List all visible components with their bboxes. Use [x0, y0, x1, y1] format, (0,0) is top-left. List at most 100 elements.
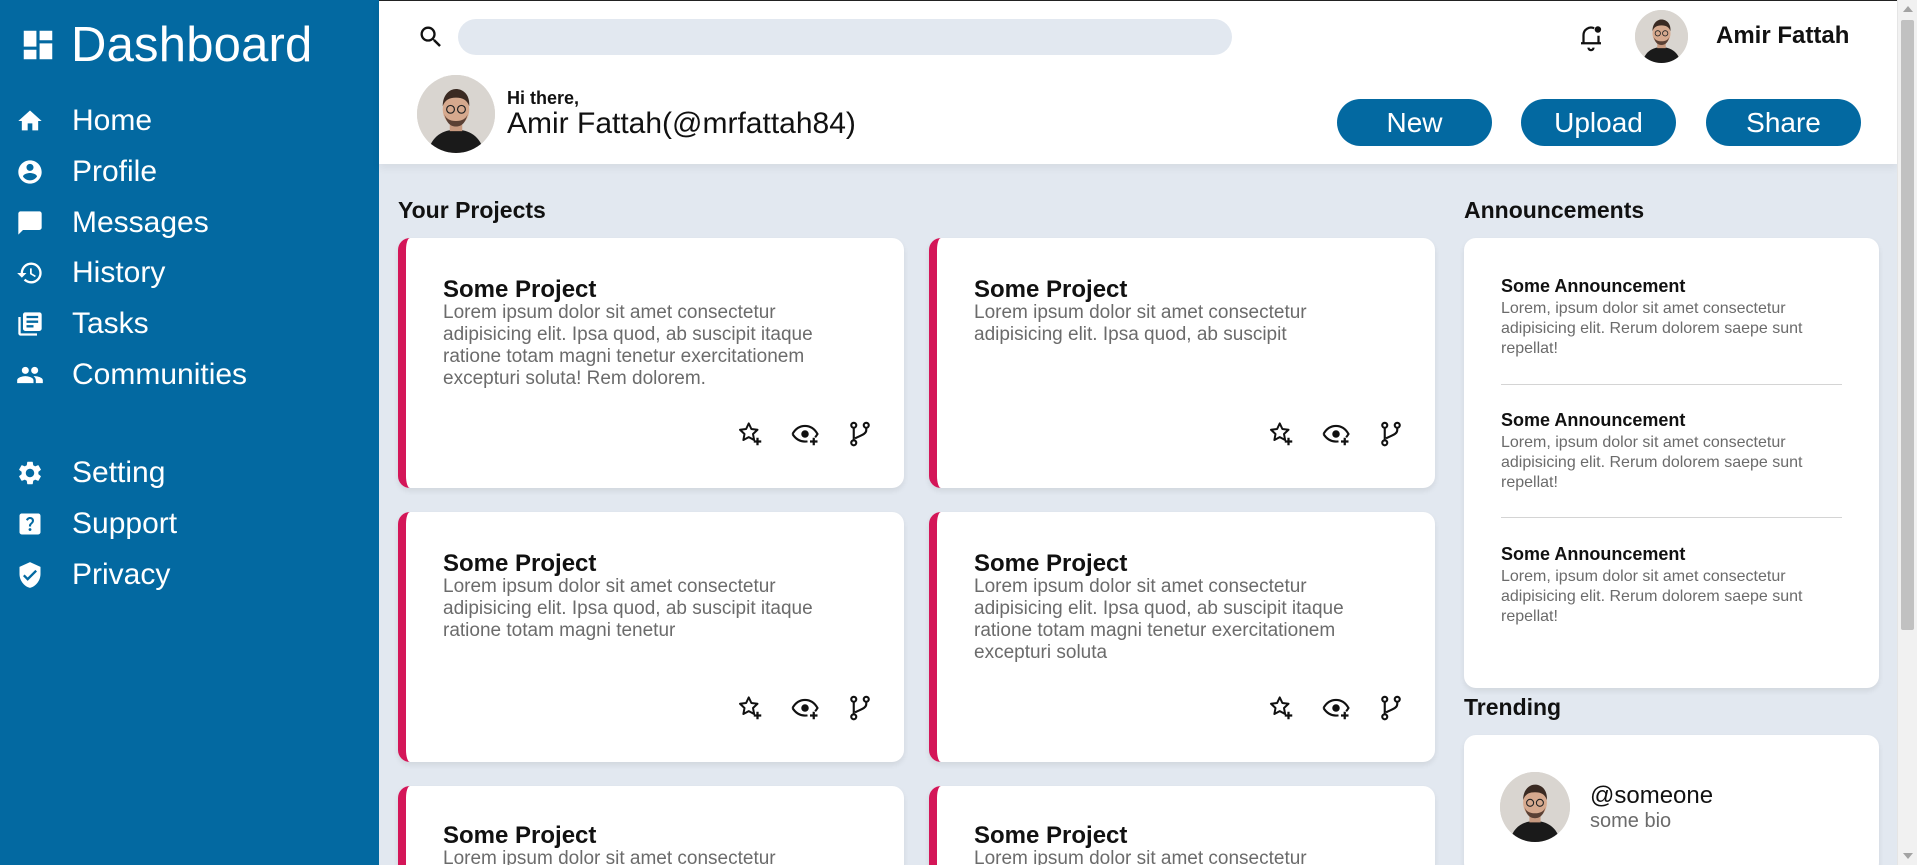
avatar-image — [417, 75, 495, 153]
announcement-description: Lorem, ipsum dolor sit amet consectetur … — [1501, 300, 1803, 357]
sidebar-item-label: Communities — [72, 358, 248, 391]
dashboard-icon — [23, 30, 53, 60]
sidebar-item-label: Setting — [72, 456, 166, 489]
avatar-image — [1635, 10, 1688, 63]
announcement-description: Lorem, ipsum dolor sit amet consectetur … — [1501, 434, 1803, 491]
announcement-title: Some Announcement — [1501, 410, 1686, 430]
sidebar-item-home[interactable]: Home — [15, 104, 152, 138]
share-button[interactable]: Share — [1706, 99, 1861, 146]
help-icon — [15, 509, 45, 539]
account-circle-icon — [15, 157, 45, 187]
project-title: Some Project — [443, 276, 597, 303]
gear-icon — [15, 458, 45, 488]
sidebar-item-privacy[interactable]: Privacy — [15, 558, 170, 592]
project-card[interactable]: Some Project Lorem ipsum dolor sit amet … — [398, 238, 904, 488]
announcements-title: Announcements — [1464, 197, 1645, 223]
fork-icon[interactable] — [845, 419, 875, 449]
groups-icon — [15, 360, 45, 390]
bell-icon[interactable] — [1576, 22, 1606, 52]
fork-icon[interactable] — [845, 693, 875, 723]
sidebar-item-profile[interactable]: Profile — [15, 155, 157, 189]
sidebar-item-history[interactable]: History — [15, 256, 165, 290]
upload-button[interactable]: Upload — [1521, 99, 1676, 146]
profile-avatar — [417, 75, 495, 153]
sidebar-item-label: Profile — [72, 155, 158, 188]
history-icon — [15, 258, 45, 288]
announcements-panel: Some Announcement Lorem, ipsum dolor sit… — [1464, 238, 1879, 688]
avatar-image — [1500, 772, 1570, 842]
project-title: Some Project — [443, 822, 597, 849]
project-card[interactable]: Some Project Lorem ipsum dolor sit amet … — [398, 786, 904, 865]
star-add-icon[interactable] — [1266, 419, 1296, 449]
watch-add-icon[interactable] — [1321, 419, 1351, 449]
divider — [1501, 517, 1842, 518]
sidebar-item-support[interactable]: Support — [15, 507, 177, 541]
watch-add-icon[interactable] — [790, 693, 820, 723]
project-description: Lorem ipsum dolor sit amet consectetur a… — [443, 576, 813, 641]
fork-icon[interactable] — [1376, 419, 1406, 449]
project-actions — [937, 419, 1435, 449]
header-user-name[interactable]: Amir Fattah — [1716, 22, 1849, 50]
sidebar: Dashboard Home Profile Messages History … — [0, 0, 379, 865]
star-add-icon[interactable] — [1266, 693, 1296, 723]
project-actions — [406, 693, 904, 723]
announcement-item[interactable]: Some Announcement Lorem, ipsum dolor sit… — [1501, 276, 1841, 359]
project-description: Lorem ipsum dolor sit amet consectetur a… — [974, 576, 1344, 663]
home-icon — [15, 106, 45, 136]
greeting: Hi there, — [507, 88, 580, 108]
brand-title: Dashboard — [71, 18, 313, 72]
scrollbar-thumb[interactable] — [1901, 20, 1914, 630]
watch-add-icon[interactable] — [790, 419, 820, 449]
trending-title: Trending — [1464, 694, 1562, 720]
project-description: Lorem ipsum dolor sit amet consectetur a… — [974, 302, 1307, 345]
trending-bio: some bio — [1590, 810, 1672, 832]
project-description: Lorem ipsum dolor sit amet consectetur — [443, 848, 776, 865]
trending-avatar[interactable] — [1500, 772, 1570, 842]
project-card[interactable]: Some Project Lorem ipsum dolor sit amet … — [929, 512, 1435, 762]
sidebar-item-messages[interactable]: Messages — [15, 206, 209, 240]
avatar[interactable] — [1635, 10, 1688, 63]
sidebar-item-label: Tasks — [72, 307, 149, 340]
sidebar-item-communities[interactable]: Communities — [15, 358, 247, 392]
tasks-icon — [15, 309, 45, 339]
project-actions — [406, 419, 904, 449]
project-description: Lorem ipsum dolor sit amet consectetur — [974, 848, 1307, 865]
project-title: Some Project — [974, 276, 1128, 303]
sidebar-item-label: Home — [72, 104, 153, 137]
project-actions — [937, 693, 1435, 723]
sidebar-item-label: History — [72, 256, 166, 289]
scroll-up-arrow[interactable] — [1903, 6, 1913, 12]
divider — [1501, 384, 1842, 385]
sidebar-item-label: Privacy — [72, 558, 171, 591]
watch-add-icon[interactable] — [1321, 693, 1351, 723]
search-icon[interactable] — [417, 23, 445, 51]
project-title: Some Project — [443, 550, 597, 577]
project-title: Some Project — [974, 550, 1128, 577]
brand[interactable]: Dashboard — [19, 17, 313, 73]
scroll-down-arrow[interactable] — [1903, 853, 1913, 859]
search-input[interactable] — [458, 19, 1232, 55]
sidebar-item-label: Messages — [72, 206, 209, 239]
new-button[interactable]: New — [1337, 99, 1492, 146]
announcement-title: Some Announcement — [1501, 276, 1686, 296]
shield-check-icon — [15, 560, 45, 590]
project-description: Lorem ipsum dolor sit amet consectetur a… — [443, 302, 813, 389]
star-add-icon[interactable] — [735, 419, 765, 449]
scrollbar[interactable] — [1897, 0, 1917, 865]
fork-icon[interactable] — [1376, 693, 1406, 723]
user-handle: Amir Fattah(@mrfattah84) — [507, 107, 856, 140]
sidebar-item-setting[interactable]: Setting — [15, 456, 165, 490]
project-card[interactable]: Some Project Lorem ipsum dolor sit amet … — [398, 512, 904, 762]
project-card[interactable]: Some Project Lorem ipsum dolor sit amet … — [929, 238, 1435, 488]
projects-title: Your Projects — [398, 197, 546, 223]
star-add-icon[interactable] — [735, 693, 765, 723]
trending-handle[interactable]: @someone — [1590, 782, 1713, 810]
announcement-title: Some Announcement — [1501, 544, 1686, 564]
sidebar-item-label: Support — [72, 507, 178, 540]
project-card[interactable]: Some Project Lorem ipsum dolor sit amet … — [929, 786, 1435, 865]
message-icon — [15, 208, 45, 238]
announcement-description: Lorem, ipsum dolor sit amet consectetur … — [1501, 568, 1803, 625]
announcement-item[interactable]: Some Announcement Lorem, ipsum dolor sit… — [1501, 544, 1841, 627]
announcement-item[interactable]: Some Announcement Lorem, ipsum dolor sit… — [1501, 410, 1841, 493]
sidebar-item-tasks[interactable]: Tasks — [15, 307, 149, 341]
